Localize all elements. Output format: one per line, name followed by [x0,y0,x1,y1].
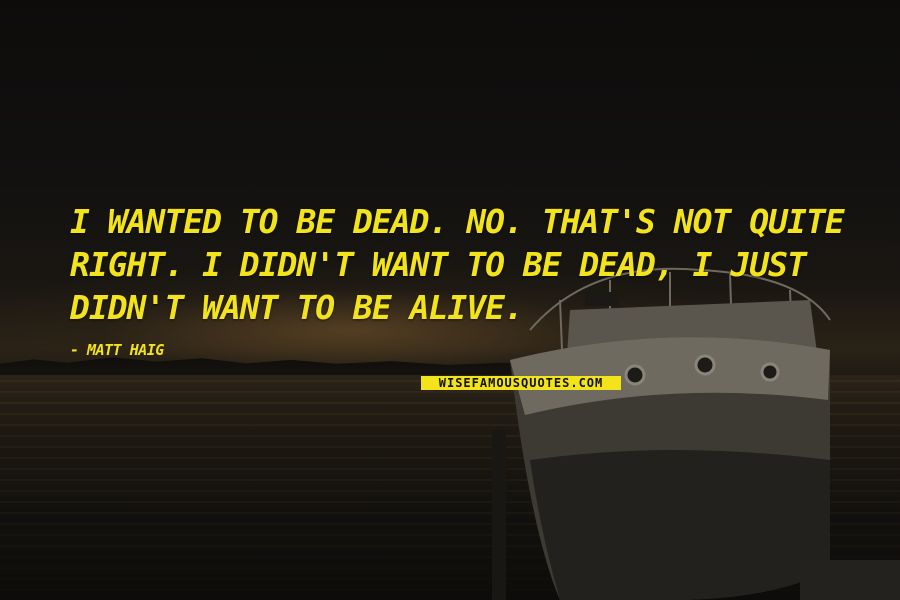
pier-post [492,430,506,600]
quote-image: I WANTED TO BE DEAD. NO. THAT'S NOT QUIT… [0,0,900,600]
hull-shadow [530,450,830,600]
quote-author: - MATT HAIG [70,341,164,359]
porthole-2 [694,354,716,376]
quote-text: I WANTED TO BE DEAD. NO. THAT'S NOT QUIT… [70,202,845,327]
porthole-1 [624,364,646,386]
pier-deck [800,560,900,600]
porthole-3 [760,362,780,382]
watermark-badge: WISEFAMOUSQUOTES.COM [421,376,621,390]
